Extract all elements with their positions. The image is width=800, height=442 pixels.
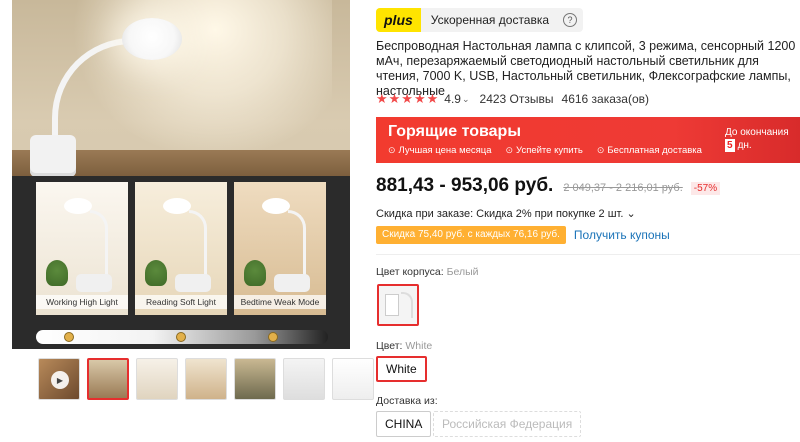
option-label: Цвет: <box>376 340 403 352</box>
lamp-base-icon <box>76 274 112 292</box>
orders-count: 4616 заказа(ов) <box>561 92 649 106</box>
thumbnail-image[interactable] <box>87 358 129 400</box>
light-mode-panels: Working High Light Reading Soft Light Be… <box>12 176 350 349</box>
lamp-icon <box>163 198 191 214</box>
panel-label: Bedtime Weak Mode <box>234 295 326 309</box>
plus-delivery-bar: plus Ускоренная доставка ? <box>376 8 584 32</box>
order-discount-info[interactable]: Скидка при заказе: Скидка 2% при покупке… <box>376 207 636 220</box>
color-label: Цвет: White <box>376 340 432 352</box>
benefit-item: ⊙ Лучшая цена месяца <box>388 145 492 156</box>
panel-working-high-light: Working High Light <box>36 182 128 315</box>
help-icon[interactable]: ? <box>563 13 578 27</box>
hot-deals-benefits: ⊙ Лучшая цена месяца ⊙ Успейте купить ⊙ Бес… <box>388 145 702 156</box>
swatch-lamp-base <box>385 294 399 316</box>
color-option-white[interactable]: White <box>376 356 427 382</box>
body-color-swatch[interactable] <box>377 284 419 326</box>
get-coupons-link[interactable]: Получить купоны <box>574 228 670 242</box>
star-rating-icon: ★★★★★ <box>376 91 440 106</box>
rating-row: ★★★★★ 4.9 ⌄ 2423 Отзывы 4616 заказа(ов) <box>376 91 649 107</box>
thumbnail-image[interactable] <box>185 358 227 400</box>
benefit-item: ⊙ Успейте купить <box>506 145 583 156</box>
thumbnail-image[interactable] <box>136 358 178 400</box>
plant-icon <box>244 260 266 286</box>
panel-reading-soft-light: Reading Soft Light <box>135 182 227 315</box>
discount-badge: -57% <box>690 182 721 195</box>
divider <box>376 254 800 255</box>
touch-dot-icon <box>64 332 74 342</box>
benefit-item: ⊙ Бесплатная доставка <box>597 145 702 156</box>
old-price: 2 049,37 - 2 216,01 руб. <box>563 182 683 194</box>
hot-deals-title: Горящие товары <box>388 123 521 140</box>
option-value: White <box>405 340 433 352</box>
option-label: Цвет корпуса: <box>376 266 444 278</box>
ship-from-china[interactable]: CHINA <box>376 411 432 437</box>
rating-value: 4.9 <box>444 92 461 106</box>
coupon-chip[interactable]: Скидка 75,40 руб. с каждых 76,16 руб. <box>376 226 566 244</box>
price-row: 881,43 - 953,06 руб. 2 049,37 - 2 216,01… <box>376 175 721 197</box>
lamp-clip <box>30 135 76 177</box>
panel-bedtime-weak-mode: Bedtime Weak Mode <box>234 182 326 315</box>
lamp-base-icon <box>274 274 310 292</box>
main-product-image[interactable]: Working High Light Reading Soft Light Be… <box>12 0 350 349</box>
check-circle-icon: ⊙ <box>596 145 605 155</box>
ship-from-label: Доставка из: <box>376 395 438 407</box>
check-circle-icon: ⊙ <box>505 145 514 155</box>
lamp-arm-icon <box>288 210 306 280</box>
lamp-arm-icon <box>90 210 108 280</box>
play-icon: ▶ <box>51 371 69 389</box>
thumbnail-image[interactable] <box>283 358 325 400</box>
lamp-arm <box>52 38 142 148</box>
thumbnail-image[interactable] <box>234 358 276 400</box>
benefit-label: Лучшая цена месяца <box>398 145 492 156</box>
plus-logo: plus <box>376 8 421 32</box>
product-title: Беспроводная Настольная лампа с клипсой,… <box>376 39 796 98</box>
panel-label: Working High Light <box>36 295 128 309</box>
ship-from-russia[interactable]: Российская Федерация <box>433 411 582 437</box>
touch-dot-icon <box>176 332 186 342</box>
lamp-head <box>122 18 182 60</box>
thumbnail-video[interactable]: ▶ <box>38 358 80 400</box>
plant-icon <box>46 260 68 286</box>
chevron-down-icon[interactable]: ⌄ <box>462 94 470 105</box>
hot-deals-banner: Горящие товары ⊙ Лучшая цена месяца ⊙ Успе… <box>376 117 800 163</box>
lamp-arm-icon <box>189 210 207 280</box>
lamp-icon <box>64 198 92 214</box>
lamp-icon <box>262 198 290 214</box>
coupon-row: Скидка 75,40 руб. с каждых 76,16 руб. По… <box>376 226 670 244</box>
lamp-base-icon <box>175 274 211 292</box>
countdown-unit: дн. <box>737 140 752 151</box>
countdown-days: 5 <box>725 139 735 152</box>
option-value: Белый <box>446 266 479 278</box>
delivery-text: Ускоренная доставка <box>430 13 550 27</box>
touch-dot-icon <box>268 332 278 342</box>
check-circle-icon: ⊙ <box>388 145 396 155</box>
current-price: 881,43 - 953,06 руб. <box>376 175 554 196</box>
thumbnail-strip: ▶ <box>38 358 374 404</box>
thumbnail-image[interactable] <box>332 358 374 400</box>
reviews-link[interactable]: 2423 Отзывы <box>480 92 554 106</box>
benefit-label: Бесплатная доставка <box>607 145 702 156</box>
panel-label: Reading Soft Light <box>135 295 227 309</box>
plant-icon <box>145 260 167 286</box>
swatch-lamp-arm <box>401 292 413 318</box>
countdown-label: До окончания <box>725 127 789 138</box>
benefit-label: Успейте купить <box>516 145 583 156</box>
body-color-label: Цвет корпуса: Белый <box>376 266 479 278</box>
brightness-gradient-bar <box>36 330 328 344</box>
deal-countdown: До окончания 5 дн. <box>725 126 789 152</box>
